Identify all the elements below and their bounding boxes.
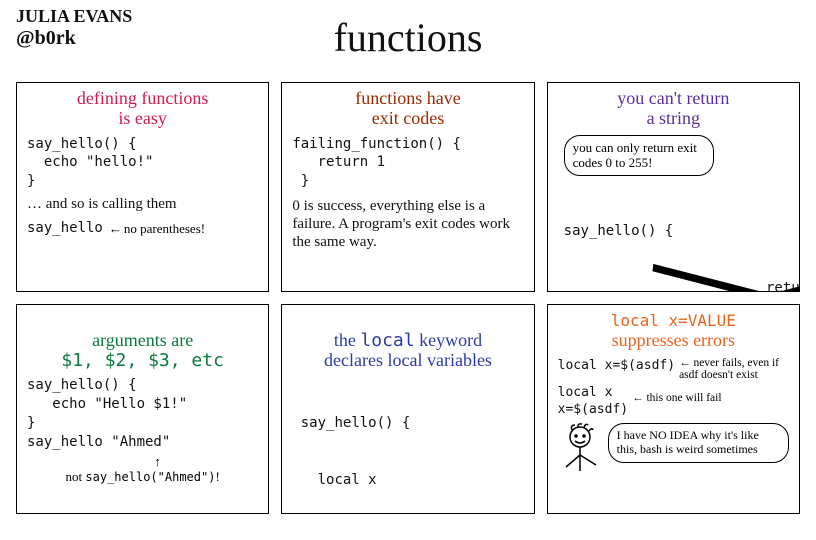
code-inline: say_hello	[27, 219, 103, 238]
author-name: JULIA EVANS	[16, 6, 132, 26]
panel-title: functions have exit codes	[292, 89, 523, 129]
annotation-never-fails: ← never fails, even if asdf doesn't exis…	[679, 357, 789, 382]
code-block: say_hello() { return "hello!" }	[564, 184, 800, 292]
panel-title: you can't return a string	[558, 89, 789, 129]
code-block: say_hello() { echo "Hello $1!" } say_hel…	[27, 376, 258, 452]
speech-bubble: you can only return exit codes 0 to 255!	[564, 135, 714, 177]
page-title: functions	[16, 10, 800, 61]
crossed-out-code: return "hello!"	[648, 260, 800, 292]
annotation-no-parens: no parentheses!	[109, 221, 205, 237]
arrow-left-icon	[109, 221, 124, 236]
panel-suppresses-errors: local x=VALUE suppresses errors local x=…	[547, 304, 800, 514]
arrow-up-icon: ↑	[57, 454, 258, 469]
panel-grid: defining functions is easy say_hello() {…	[16, 82, 800, 514]
code-block: say_hello() { echo "hello!" }	[27, 135, 258, 192]
stick-figure-icon	[558, 423, 604, 487]
speech-bubble: I have NO IDEA why it's like this, bash …	[608, 423, 789, 463]
author-credit: JULIA EVANS @b0rk	[16, 6, 132, 50]
code-inline: local x=$(asdf)	[558, 357, 675, 375]
code-block: say_hello() { local x x=$(date) ← local …	[292, 376, 523, 514]
panel-arguments: arguments are $1, $2, $3, etc say_hello(…	[16, 304, 269, 514]
panel-title: the local keyword declares local variabl…	[292, 311, 523, 370]
header: JULIA EVANS @b0rk functions	[16, 10, 800, 82]
panel-note: 0 is success, everything else is a failu…	[292, 197, 523, 251]
panel-title: defining functions is easy	[27, 89, 258, 129]
panel-title: local x=VALUE suppresses errors	[558, 311, 789, 351]
code-block: failing_function() { return 1 }	[292, 135, 523, 192]
panel-defining-functions: defining functions is easy say_hello() {…	[16, 82, 269, 292]
panel-note: … and so is calling them	[27, 195, 258, 213]
code-inline: x=$(asdf)	[558, 401, 628, 419]
panel-local-keyword: the local keyword declares local variabl…	[281, 304, 534, 514]
annotation-not-parens: ↑ not say_hello("Ahmed")!	[27, 454, 258, 485]
code-inline: local x	[558, 384, 628, 402]
author-handle: @b0rk	[16, 27, 132, 50]
panel-title: arguments are $1, $2, $3, etc	[27, 311, 258, 370]
annotation-will-fail: ← this one will fail	[632, 392, 721, 405]
panel-exit-codes: functions have exit codes failing_functi…	[281, 82, 534, 292]
panel-cant-return-string: you can't return a string you c	[547, 82, 800, 292]
